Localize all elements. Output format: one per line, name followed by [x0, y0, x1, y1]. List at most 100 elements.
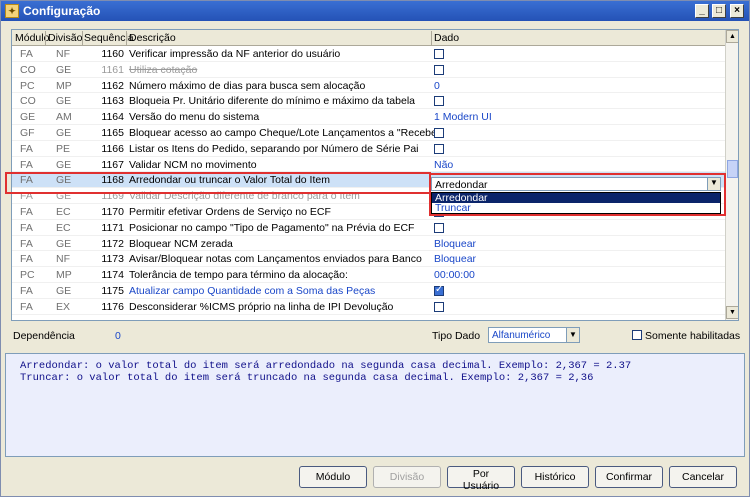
cell-modulo: PC: [20, 79, 35, 92]
col-header-divisao[interactable]: Divisão: [48, 32, 82, 44]
cell-modulo: FA: [20, 48, 33, 60]
somente-habilitadas-label: Somente habilitadas: [645, 330, 741, 342]
chevron-down-icon[interactable]: ▼: [707, 178, 720, 190]
cell-sequencia: 1174: [101, 269, 124, 282]
cell-divisao: GE: [56, 158, 72, 171]
cell-divisao: PE: [56, 142, 71, 155]
cell-divisao: EC: [56, 205, 71, 218]
window-title: Configuração: [23, 4, 101, 18]
description-memo: Arredondar: o valor total do item será a…: [5, 353, 745, 457]
cell-divisao: NF: [56, 253, 70, 266]
cell-dado: Bloquear: [434, 237, 477, 250]
scroll-up-icon[interactable]: ▲: [726, 30, 738, 43]
cell-modulo: FA: [20, 237, 33, 250]
table-row[interactable]: FA GE 1172 Bloquear NCM zerada Bloquear: [12, 236, 726, 252]
cancelar-button[interactable]: Cancelar: [669, 466, 737, 488]
title-bar: ✦ Configuração _ □ ×: [1, 1, 749, 21]
cell-dado: 1 Modern UI: [434, 111, 492, 124]
cell-descricao: Número máximo de dias para busca sem alo…: [129, 79, 366, 92]
col-header-descricao[interactable]: Descrição: [129, 32, 176, 44]
cell-descricao: Posicionar no campo "Tipo de Pagamento" …: [129, 221, 415, 234]
cell-dado-checkbox[interactable]: [434, 64, 444, 75]
dependencia-value: 0: [115, 330, 121, 342]
cell-sequencia: 1160: [101, 48, 124, 60]
cell-modulo: FA: [20, 300, 33, 313]
chevron-down-icon[interactable]: ▼: [566, 328, 579, 342]
config-window: ✦ Configuração _ □ × Módulo Divisão Sequ…: [0, 0, 750, 497]
table-row[interactable]: GE AM 1164 Versão do menu do sistema 1 Moder…: [12, 109, 726, 125]
table-row[interactable]: PC MP 1174 Tolerância de tempo para término…: [12, 267, 726, 283]
cell-descricao: Desconsiderar %ICMS próprio na linha de …: [129, 300, 394, 313]
col-header-dado[interactable]: Dado: [434, 32, 459, 44]
cell-sequencia: 1175: [101, 284, 124, 297]
dropdown-option[interactable]: Arredondar: [432, 193, 720, 203]
cell-descricao: Atualizar campo Quantidade com a Soma da…: [129, 284, 376, 297]
cell-descricao: Bloquear acesso ao campo Cheque/Lote Lan…: [129, 126, 445, 139]
minimize-icon[interactable]: _: [695, 4, 709, 18]
close-icon[interactable]: ×: [730, 4, 744, 18]
table-row[interactable]: FA GE 1175 Atualizar campo Quantidade com a…: [12, 283, 726, 299]
cell-divisao: GE: [56, 237, 72, 250]
table-row[interactable]: CO GE 1163 Bloqueia Pr. Unitário diferente …: [12, 93, 726, 110]
somente-habilitadas-checkbox[interactable]: [632, 330, 642, 340]
cell-descricao: Validar NCM no movimento: [129, 158, 257, 171]
cell-dado: 00:00:00: [434, 269, 475, 282]
scroll-down-icon[interactable]: ▼: [726, 306, 738, 319]
cell-descricao: Bloquear NCM zerada: [129, 237, 233, 250]
value-combo-text: Arredondar: [435, 179, 488, 191]
cell-modulo: FA: [20, 284, 33, 297]
table-row[interactable]: PC MP 1162 Número máximo de dias para busca…: [12, 78, 726, 94]
cell-modulo: PC: [20, 269, 35, 282]
cell-dado-checkbox[interactable]: [434, 222, 444, 233]
cell-divisao: GE: [56, 63, 72, 76]
historico-button[interactable]: Histórico: [521, 466, 589, 488]
cell-dado-checkbox[interactable]: [434, 127, 444, 138]
maximize-icon[interactable]: □: [712, 4, 726, 18]
table-row[interactable]: CO GE 1161 Utiliza cotação: [12, 62, 726, 78]
cell-divisao: GE: [56, 126, 72, 139]
memo-line-1: Arredondar: o valor total do item será a…: [20, 360, 632, 372]
grid-header: Módulo Divisão Sequência Descrição Dado: [12, 30, 726, 46]
dropdown-option[interactable]: Truncar: [435, 203, 471, 214]
table-row[interactable]: FA NF 1173 Avisar/Bloquear notas com Lançam…: [12, 251, 726, 268]
cell-modulo: GE: [20, 111, 36, 124]
cell-modulo: CO: [20, 63, 36, 76]
table-row[interactable]: FA EX 1176 Desconsiderar %ICMS próprio na l…: [12, 299, 726, 315]
cell-dado-checkbox[interactable]: [434, 143, 444, 154]
cell-dado: 0: [434, 79, 440, 92]
cell-divisao: EC: [56, 221, 71, 234]
table-row[interactable]: FA GE 1167 Validar NCM no movimento Não: [12, 157, 726, 173]
cell-dado: Não: [434, 158, 454, 171]
cell-descricao: Avisar/Bloquear notas com Lançamentos en…: [129, 253, 422, 266]
table-row[interactable]: FA NF 1160 Verificar impressão da NF anteri…: [12, 46, 726, 62]
cell-sequencia: 1165: [101, 126, 124, 139]
cell-modulo: CO: [20, 95, 36, 108]
cell-dado-checkbox[interactable]: [434, 96, 444, 107]
cell-dado-checkbox[interactable]: [434, 284, 444, 296]
value-combo[interactable]: Arredondar ▼: [431, 177, 721, 191]
cell-divisao: EX: [56, 300, 71, 313]
cell-modulo: FA: [20, 158, 33, 171]
cell-dado-checkbox[interactable]: [434, 301, 444, 312]
scroll-thumb[interactable]: [727, 160, 738, 178]
table-row[interactable]: GF GE 1165 Bloquear acesso ao campo Cheque/…: [12, 125, 726, 141]
table-row[interactable]: FA EC 1171 Posicionar no campo "Tipo de Pag…: [12, 220, 726, 236]
cell-modulo: FA: [20, 221, 33, 234]
cell-divisao: NF: [56, 48, 70, 60]
grid-vertical-scrollbar[interactable]: ▲ ▼: [725, 30, 738, 320]
cell-descricao: Versão do menu do sistema: [129, 111, 260, 124]
confirmar-button[interactable]: Confirmar: [595, 466, 663, 488]
table-row[interactable]: FA PE 1166 Listar os Itens do Pedido, separ…: [12, 141, 726, 157]
tipo-dado-label: Tipo Dado: [432, 330, 481, 342]
modulo-button[interactable]: Módulo: [299, 466, 367, 488]
por-usuario-button[interactable]: Por Usuário: [447, 466, 515, 492]
cell-dado-checkbox[interactable]: [434, 49, 444, 59]
tipo-dado-value: Alfanumérico: [492, 330, 551, 341]
divisao-button[interactable]: Divisão: [373, 466, 441, 488]
tipo-dado-select[interactable]: Alfanumérico ▼: [488, 327, 580, 343]
cell-divisao: MP: [56, 79, 72, 92]
cell-descricao: Bloqueia Pr. Unitário diferente do mínim…: [129, 95, 415, 108]
cell-descricao: Listar os Itens do Pedido, separando por…: [129, 142, 419, 155]
cell-sequencia: 1166: [101, 142, 124, 155]
cell-descricao: Tolerância de tempo para término da aloc…: [129, 269, 348, 282]
